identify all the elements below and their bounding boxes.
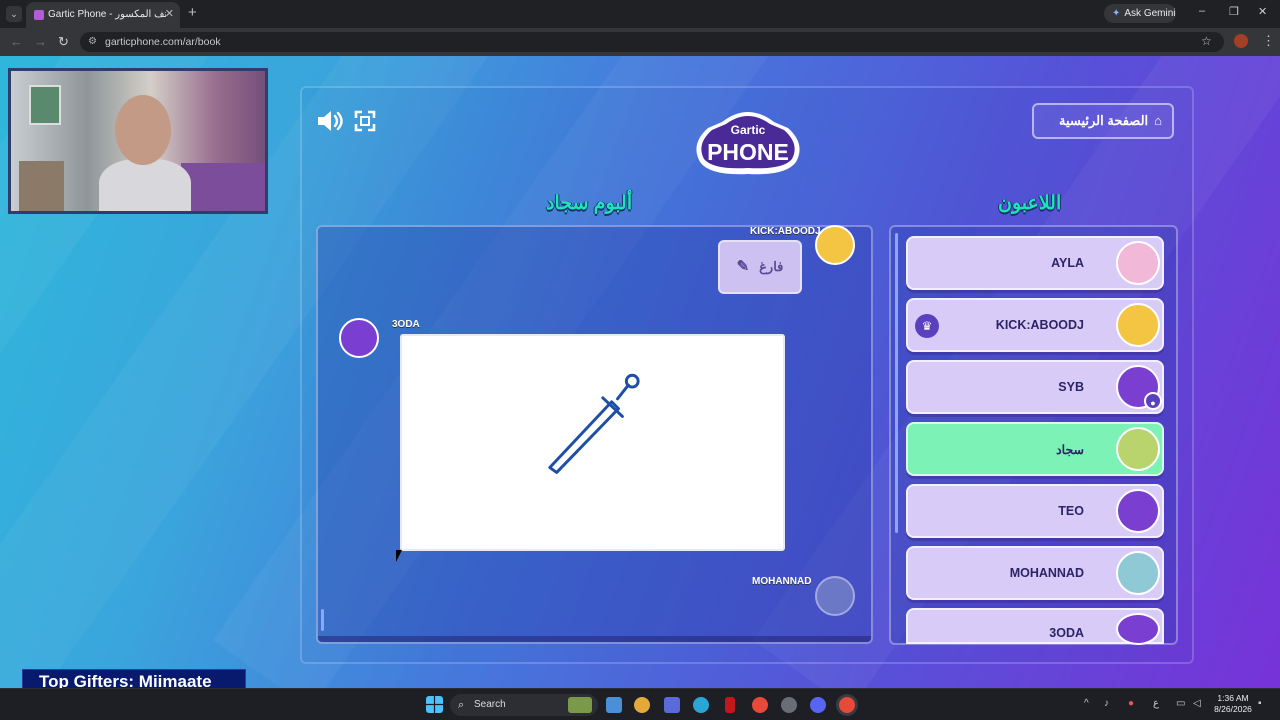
gemini-icon: ✦ (1112, 8, 1121, 19)
player-avatar (1116, 489, 1160, 533)
tab-title: Gartic Phone - الهاتف المكسور (48, 9, 166, 20)
reload-icon[interactable]: ↻ (58, 34, 69, 50)
tab-close-icon[interactable]: ✕ (165, 7, 174, 20)
chrome-icon[interactable] (752, 697, 768, 713)
player-card[interactable]: SYB ● (906, 360, 1164, 414)
profile-avatar[interactable] (1234, 34, 1248, 48)
speaker-icon[interactable]: ♪ (1104, 698, 1109, 709)
player-avatar (1116, 613, 1160, 645)
mouse-cursor-icon (396, 550, 402, 562)
webcam-person-body (99, 159, 191, 211)
webcam-person-head (115, 95, 171, 165)
album-scrollbar[interactable] (321, 609, 324, 631)
bookmark-star-icon[interactable]: ☆ (1201, 34, 1212, 48)
entry-author: 3ODA (392, 319, 420, 330)
album-title: ألبوم سجاد (546, 193, 633, 214)
album-bottom-edge (318, 636, 871, 642)
player-card[interactable]: MOHANNAD (906, 546, 1164, 600)
home-icon: ⌂ (1154, 113, 1162, 128)
netflix-icon[interactable] (725, 697, 735, 713)
text-entry-bubble: فارغ ✎ (718, 240, 802, 294)
volume-tray-icon[interactable]: ◁ (1193, 698, 1201, 709)
logo-bottom-text: PHONE (707, 139, 789, 165)
pen-icon: ✎ (736, 258, 750, 275)
minimize-button[interactable]: – (1199, 5, 1205, 17)
tab-search-dropdown-icon[interactable]: ⌄ (6, 6, 22, 22)
search-label: Search (474, 699, 506, 710)
app-icon[interactable] (781, 697, 797, 713)
taskbar: ⌕ Search ^ ♪ ● ع ▭ ◁ 1:36 AM 8/26/2026 ▪ (0, 688, 1280, 720)
clock[interactable]: 1:36 AM 8/26/2026 (1210, 693, 1256, 715)
logo-top-text: Gartic (731, 123, 766, 137)
user-icon: ● (1144, 392, 1162, 410)
entry-author: KICK:ABOODJ (750, 226, 821, 237)
tray-overflow-icon[interactable]: ^ (1084, 698, 1089, 709)
forward-icon[interactable]: → (34, 34, 47, 49)
player-card[interactable]: AYLA (906, 236, 1164, 290)
restore-button[interactable]: ❐ (1229, 5, 1239, 18)
language-indicator[interactable]: ع (1153, 698, 1159, 709)
webcam-shelf (19, 161, 64, 211)
windows-start-icon[interactable] (426, 696, 443, 713)
player-name: AYLA (1051, 256, 1084, 270)
player-card[interactable]: ♛ KICK:ABOODJ (906, 298, 1164, 352)
entry-avatar (815, 576, 855, 616)
player-name: 3ODA (1049, 626, 1084, 640)
players-title: اللاعبون (998, 193, 1062, 214)
player-name: SYB (1058, 380, 1084, 394)
back-icon[interactable]: ← (10, 34, 23, 49)
players-scrollbar[interactable] (895, 233, 898, 533)
edge-icon[interactable] (693, 697, 709, 713)
player-name: سجاد (1056, 443, 1084, 457)
address-bar[interactable]: ⚙ garticphone.com/ar/book (80, 32, 1224, 52)
new-tab-button[interactable]: + (188, 4, 197, 21)
player-card[interactable]: سجاد (906, 422, 1164, 476)
task-view-icon[interactable] (606, 697, 622, 713)
player-name: MOHANNAD (1009, 566, 1084, 580)
player-avatar (1116, 551, 1160, 595)
home-button-label: الصفحة الرئيسية (1058, 113, 1149, 128)
player-card[interactable]: TEO (906, 484, 1164, 538)
clock-time: 1:36 AM (1217, 693, 1249, 703)
discord-icon[interactable] (810, 697, 826, 713)
app-icon[interactable] (634, 697, 650, 713)
mic-icon[interactable]: ● (1128, 698, 1134, 709)
volume-icon[interactable] (316, 108, 344, 134)
sword-drawing (548, 373, 640, 474)
url-text: garticphone.com/ar/book (105, 36, 221, 48)
search-icon: ⌕ (458, 699, 465, 711)
gartic-favicon-icon (34, 10, 44, 20)
player-avatar (1116, 303, 1160, 347)
webcam-window (29, 85, 61, 125)
gartic-phone-logo: Gartic PHONE (696, 112, 800, 175)
webcam-bed (181, 163, 265, 211)
notification-icon[interactable]: ▪ (1258, 698, 1262, 709)
tab-strip: ⌄ Gartic Phone - الهاتف المكسور ✕ + ✦Ask… (0, 0, 1280, 28)
player-avatar (1116, 427, 1160, 471)
drawing-canvas (400, 334, 785, 551)
search-highlight-icon (568, 697, 592, 713)
ask-gemini-button[interactable]: ✦ Ask Gemini (1104, 4, 1176, 23)
active-tab[interactable]: Gartic Phone - الهاتف المكسور ✕ (26, 2, 180, 28)
entry-avatar (339, 318, 379, 358)
home-button[interactable]: ⌂ الصفحة الرئيسية (1032, 103, 1174, 139)
crown-icon: ♛ (915, 314, 939, 338)
player-avatar (1116, 241, 1160, 285)
menu-kebab-icon[interactable]: ⋮ (1262, 33, 1275, 49)
close-window-button[interactable]: ✕ (1258, 5, 1267, 18)
entry-author: MOHANNAD (752, 576, 812, 587)
site-info-icon[interactable]: ⚙ (88, 36, 97, 47)
player-card[interactable]: 3ODA (906, 608, 1164, 645)
chrome-active-icon[interactable] (839, 697, 855, 713)
ask-gemini-label: Ask Gemini (1124, 8, 1176, 19)
player-name: TEO (1058, 504, 1084, 518)
player-name: KICK:ABOODJ (995, 318, 1084, 332)
store-icon[interactable] (664, 697, 680, 713)
clock-date: 8/26/2026 (1214, 704, 1252, 714)
network-icon[interactable]: ▭ (1176, 698, 1185, 709)
entry-avatar (815, 225, 855, 265)
entry-text: فارغ (759, 259, 784, 274)
fullscreen-icon[interactable] (354, 110, 376, 132)
webcam-overlay (8, 68, 268, 214)
